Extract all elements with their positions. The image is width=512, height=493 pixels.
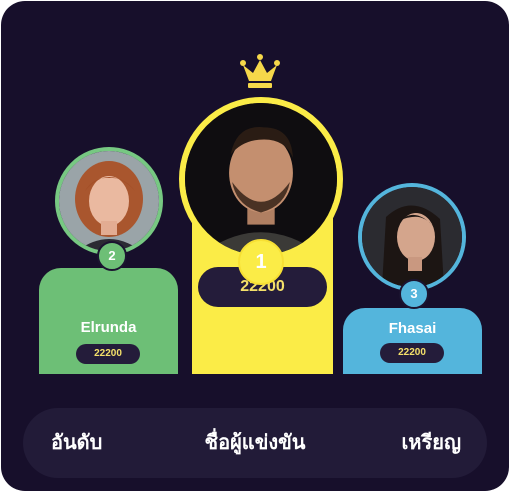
leaderboard-card: Elrunda 22200 Sommai 22200 Fhasai 22200 …	[1, 1, 509, 491]
column-label-medal: เหรียญ	[401, 432, 461, 454]
column-header-bar: อันดับ ชื่อผู้แข่งขัน เหรียญ	[23, 408, 487, 478]
player-score-third: 22200	[380, 343, 444, 363]
rank-badge-second: 2	[97, 241, 127, 271]
player-name-third: Fhasai	[388, 320, 437, 337]
avatar-second[interactable]	[55, 147, 163, 255]
avatar-third[interactable]	[358, 183, 466, 291]
podium-third[interactable]: Fhasai 22200	[343, 308, 482, 374]
player-name-second: Elrunda	[80, 319, 137, 336]
crown-icon	[240, 54, 280, 88]
podium-second[interactable]: Elrunda 22200	[39, 268, 178, 374]
rank-badge-third: 3	[399, 279, 429, 309]
avatar-first[interactable]	[179, 97, 343, 261]
player-score-second: 22200	[76, 344, 140, 364]
rank-badge-first: 1	[238, 239, 284, 285]
